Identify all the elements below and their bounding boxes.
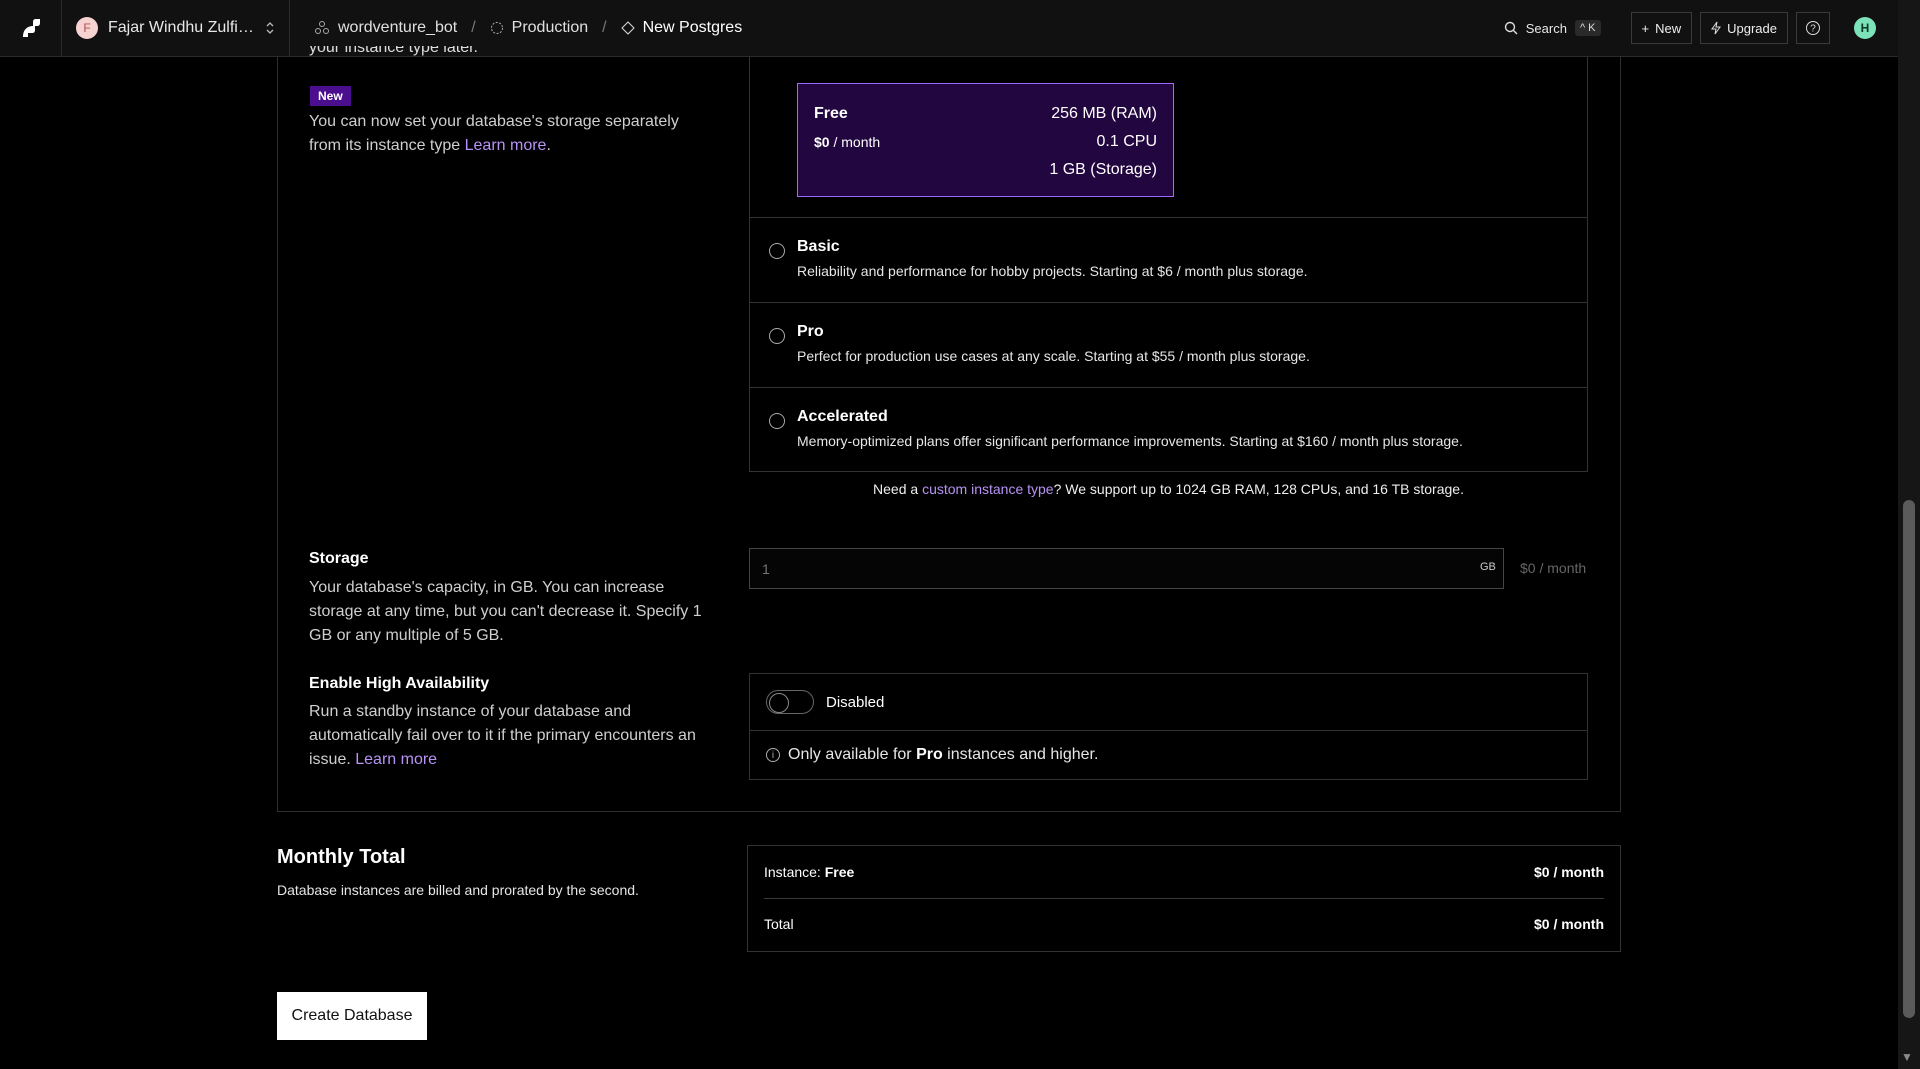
- tier-name: Accelerated: [797, 408, 888, 425]
- free-tier-cpu: 0.1 CPU: [1096, 133, 1157, 150]
- search-shortcut: ^ K: [1574, 20, 1601, 36]
- free-tier-price: $0 / month: [814, 134, 881, 150]
- ha-toggle[interactable]: [766, 690, 814, 714]
- workspace-avatar: F: [76, 17, 98, 39]
- search-icon: [1504, 21, 1518, 35]
- total-cost: $0 / month: [1533, 916, 1604, 932]
- free-tier-card[interactable]: Free 256 MB (RAM) $0 / month 0.1 CPU 1 G…: [797, 83, 1174, 197]
- breadcrumb-environment-label: Production: [511, 19, 589, 36]
- breadcrumb-current: New Postgres: [620, 19, 743, 37]
- instance-cost-row: Instance: Free $0 / month: [764, 864, 1604, 880]
- tier-option-pro[interactable]: Pro Perfect for production use cases at …: [749, 302, 1588, 387]
- top-navigation-bar: F Fajar Windhu Zulfik... wordventure_bot…: [0, 0, 1898, 57]
- storage-input[interactable]: [750, 549, 1503, 588]
- upgrade-button-label: Upgrade: [1727, 20, 1777, 36]
- search-label: Search: [1525, 20, 1567, 36]
- instance-type-cut-text: your instance type later.: [309, 46, 478, 56]
- render-logo-icon: [22, 19, 40, 37]
- storage-title: Storage: [309, 550, 369, 567]
- free-tier-ram: 256 MB (RAM): [1051, 105, 1157, 122]
- monthly-total-title: Monthly Total: [277, 846, 406, 868]
- tier-description: Perfect for production use cases at any …: [797, 348, 1310, 364]
- scrollbar-thumb[interactable]: [1903, 500, 1915, 1018]
- breadcrumb: wordventure_bot / Production / New Postg…: [290, 19, 742, 37]
- ha-toggle-label: Disabled: [826, 693, 885, 711]
- tier-option-accelerated[interactable]: Accelerated Memory-optimized plans offer…: [749, 387, 1588, 472]
- instance-cost: $0 / month: [1533, 864, 1604, 880]
- storage-unit: GB: [1480, 561, 1496, 573]
- help-icon: ?: [1806, 21, 1820, 35]
- user-avatar[interactable]: H: [1854, 17, 1876, 39]
- info-icon: i: [766, 748, 780, 762]
- custom-instance-type-link[interactable]: custom instance type: [922, 481, 1054, 497]
- breadcrumb-separator: /: [602, 19, 607, 36]
- tier-name: Basic: [797, 238, 840, 255]
- workspace-switcher[interactable]: F Fajar Windhu Zulfik...: [62, 0, 290, 57]
- ha-settings-box: Disabled i Only available for Pro instan…: [749, 673, 1588, 780]
- radio-basic[interactable]: [769, 243, 785, 259]
- total-label: Total: [764, 916, 794, 932]
- monthly-total-subtitle: Database instances are billed and prorat…: [277, 882, 639, 898]
- breadcrumb-project-label: wordventure_bot: [338, 19, 458, 36]
- upgrade-button[interactable]: Upgrade: [1700, 12, 1788, 44]
- scroll-down-arrow-icon[interactable]: ▼: [1901, 1050, 1913, 1064]
- total-cost-row: Total $0 / month: [764, 916, 1604, 932]
- plus-icon: +: [1641, 20, 1650, 36]
- custom-instance-note: Need a custom instance type? We support …: [873, 481, 1464, 497]
- storage-separate-note: You can now set your database's storage …: [309, 113, 679, 154]
- breadcrumb-project[interactable]: wordventure_bot: [314, 19, 457, 37]
- ha-availability-note: Only available for Pro instances and hig…: [788, 746, 1099, 763]
- free-tier-storage: 1 GB (Storage): [1049, 161, 1157, 178]
- help-button[interactable]: ?: [1796, 12, 1830, 44]
- tier-name: Pro: [797, 323, 824, 340]
- storage-input-wrapper: [749, 548, 1504, 589]
- breadcrumb-separator: /: [471, 19, 476, 36]
- tier-description: Memory-optimized plans offer significant…: [797, 433, 1463, 449]
- free-tier-name: Free: [814, 105, 848, 122]
- workspace-name: Fajar Windhu Zulfik...: [108, 19, 255, 36]
- ha-description: Run a standby instance of your database …: [309, 703, 696, 768]
- ha-title: Enable High Availability: [309, 675, 490, 692]
- new-button[interactable]: + New: [1630, 12, 1693, 44]
- search-button[interactable]: Search ^ K: [1504, 20, 1601, 36]
- chevron-up-down-icon: [266, 22, 274, 34]
- learn-more-link[interactable]: Learn more: [465, 137, 547, 154]
- logo[interactable]: [0, 0, 62, 57]
- breadcrumb-environment[interactable]: Production: [490, 19, 589, 37]
- diamond-icon: [620, 21, 635, 35]
- radio-pro[interactable]: [769, 328, 785, 344]
- new-badge: New: [310, 86, 351, 106]
- storage-description: Your database's capacity, in GB. You can…: [309, 579, 702, 644]
- create-database-button[interactable]: Create Database: [277, 992, 427, 1040]
- tier-description: Reliability and performance for hobby pr…: [797, 263, 1308, 279]
- project-icon: [315, 21, 329, 34]
- storage-price: $0 / month: [1520, 560, 1587, 576]
- svg-text:?: ?: [1810, 24, 1816, 35]
- environment-icon: [490, 22, 503, 34]
- new-button-label: New: [1655, 20, 1682, 36]
- ha-learn-more-link[interactable]: Learn more: [355, 751, 437, 768]
- tier-option-basic[interactable]: Basic Reliability and performance for ho…: [749, 217, 1588, 302]
- breadcrumb-current-label: New Postgres: [642, 19, 743, 36]
- monthly-total-box: Instance: Free $0 / month Total $0 / mon…: [747, 845, 1621, 952]
- radio-accelerated[interactable]: [769, 413, 785, 429]
- divider: [764, 898, 1604, 899]
- lightning-icon: [1711, 21, 1722, 35]
